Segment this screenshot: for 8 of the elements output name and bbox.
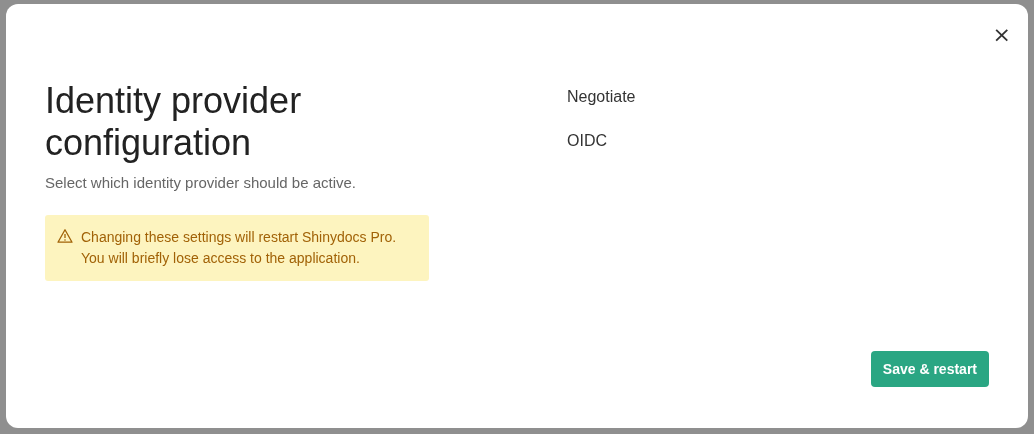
warning-text: Changing these settings will restart Shinydocs Pro.: [81, 228, 397, 247]
close-button[interactable]: ×: [990, 24, 1013, 46]
dialog-subtitle: Select which identity provider should be active.: [45, 174, 357, 191]
dialog-title: Identity provider configuration: [45, 80, 303, 164]
warning-icon: [57, 228, 73, 244]
warning-text: You will briefly lose access to the application.: [81, 249, 361, 268]
provider-option[interactable]: OIDC: [567, 132, 636, 150]
provider-option[interactable]: Negotiate: [567, 88, 636, 106]
